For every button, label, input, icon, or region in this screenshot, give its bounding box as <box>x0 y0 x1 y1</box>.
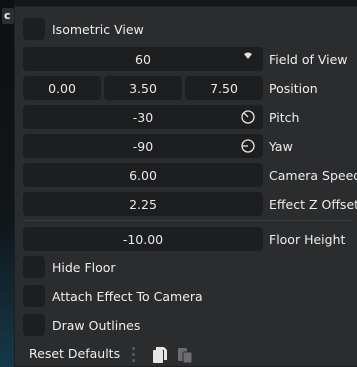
effect-z-offset-row: 2.25 <box>23 192 263 216</box>
fov-indicator-icon <box>244 52 252 59</box>
hide-floor-row[interactable]: Hide Floor <box>23 256 116 278</box>
floor-height-row: -10.00 <box>23 227 263 251</box>
pitch-input[interactable]: -30 <box>23 105 263 129</box>
hide-floor-checkbox[interactable] <box>23 256 45 278</box>
reset-defaults-button[interactable]: Reset Defaults <box>29 346 120 361</box>
copy-icon[interactable] <box>152 346 168 364</box>
yaw-label: Yaw <box>269 139 293 154</box>
floor-height-input[interactable]: -10.00 <box>23 227 263 251</box>
yaw-row: -90 <box>23 134 263 158</box>
position-z-input[interactable]: 7.50 <box>185 76 263 100</box>
camera-speed-label: Camera Speed <box>269 168 357 183</box>
attach-effect-label: Attach Effect To Camera <box>52 288 203 304</box>
field-of-view-value: 60 <box>135 51 151 67</box>
pitch-value: -30 <box>132 109 154 125</box>
camera-settings-panel: Isometric View 60 Field of View 0.00 3.5… <box>14 6 357 367</box>
camera-speed-value: 6.00 <box>129 167 157 183</box>
section-divider <box>23 220 353 221</box>
toolbar-separator-icon <box>132 347 136 363</box>
camera-speed-input[interactable]: 6.00 <box>23 163 263 187</box>
effect-z-offset-label: Effect Z Offset <box>269 197 357 212</box>
pitch-dial-icon <box>241 110 255 124</box>
attach-effect-checkbox[interactable] <box>23 285 45 307</box>
corner-tab[interactable]: c <box>2 8 14 24</box>
effect-z-offset-input[interactable]: 2.25 <box>23 192 263 216</box>
position-z-value: 7.50 <box>210 80 238 96</box>
position-row: 0.00 3.50 7.50 <box>23 76 263 100</box>
floor-height-label: Floor Height <box>269 232 346 247</box>
pitch-row: -30 <box>23 105 263 129</box>
position-label: Position <box>269 81 318 96</box>
floor-height-value: -10.00 <box>122 231 164 247</box>
yaw-value: -90 <box>132 138 154 154</box>
field-of-view-label: Field of View <box>269 52 348 67</box>
position-y-input[interactable]: 3.50 <box>104 76 182 100</box>
position-y-value: 3.50 <box>129 80 157 96</box>
viewport-edge <box>0 0 14 367</box>
isometric-view-row[interactable]: Isometric View <box>23 18 144 40</box>
yaw-input[interactable]: -90 <box>23 134 263 158</box>
position-x-input[interactable]: 0.00 <box>23 76 101 100</box>
draw-outlines-checkbox[interactable] <box>23 314 45 336</box>
draw-outlines-row[interactable]: Draw Outlines <box>23 314 140 336</box>
pitch-label: Pitch <box>269 110 300 125</box>
isometric-view-checkbox[interactable] <box>23 18 45 40</box>
hide-floor-label: Hide Floor <box>52 259 116 275</box>
paste-icon[interactable] <box>177 346 193 364</box>
attach-effect-row[interactable]: Attach Effect To Camera <box>23 285 203 307</box>
position-x-value: 0.00 <box>48 80 76 96</box>
effect-z-offset-value: 2.25 <box>129 196 157 212</box>
yaw-dial-icon <box>241 139 255 153</box>
isometric-view-label: Isometric View <box>52 21 144 37</box>
camera-speed-row: 6.00 <box>23 163 263 187</box>
draw-outlines-label: Draw Outlines <box>52 317 141 333</box>
field-of-view-input[interactable]: 60 <box>23 47 263 71</box>
